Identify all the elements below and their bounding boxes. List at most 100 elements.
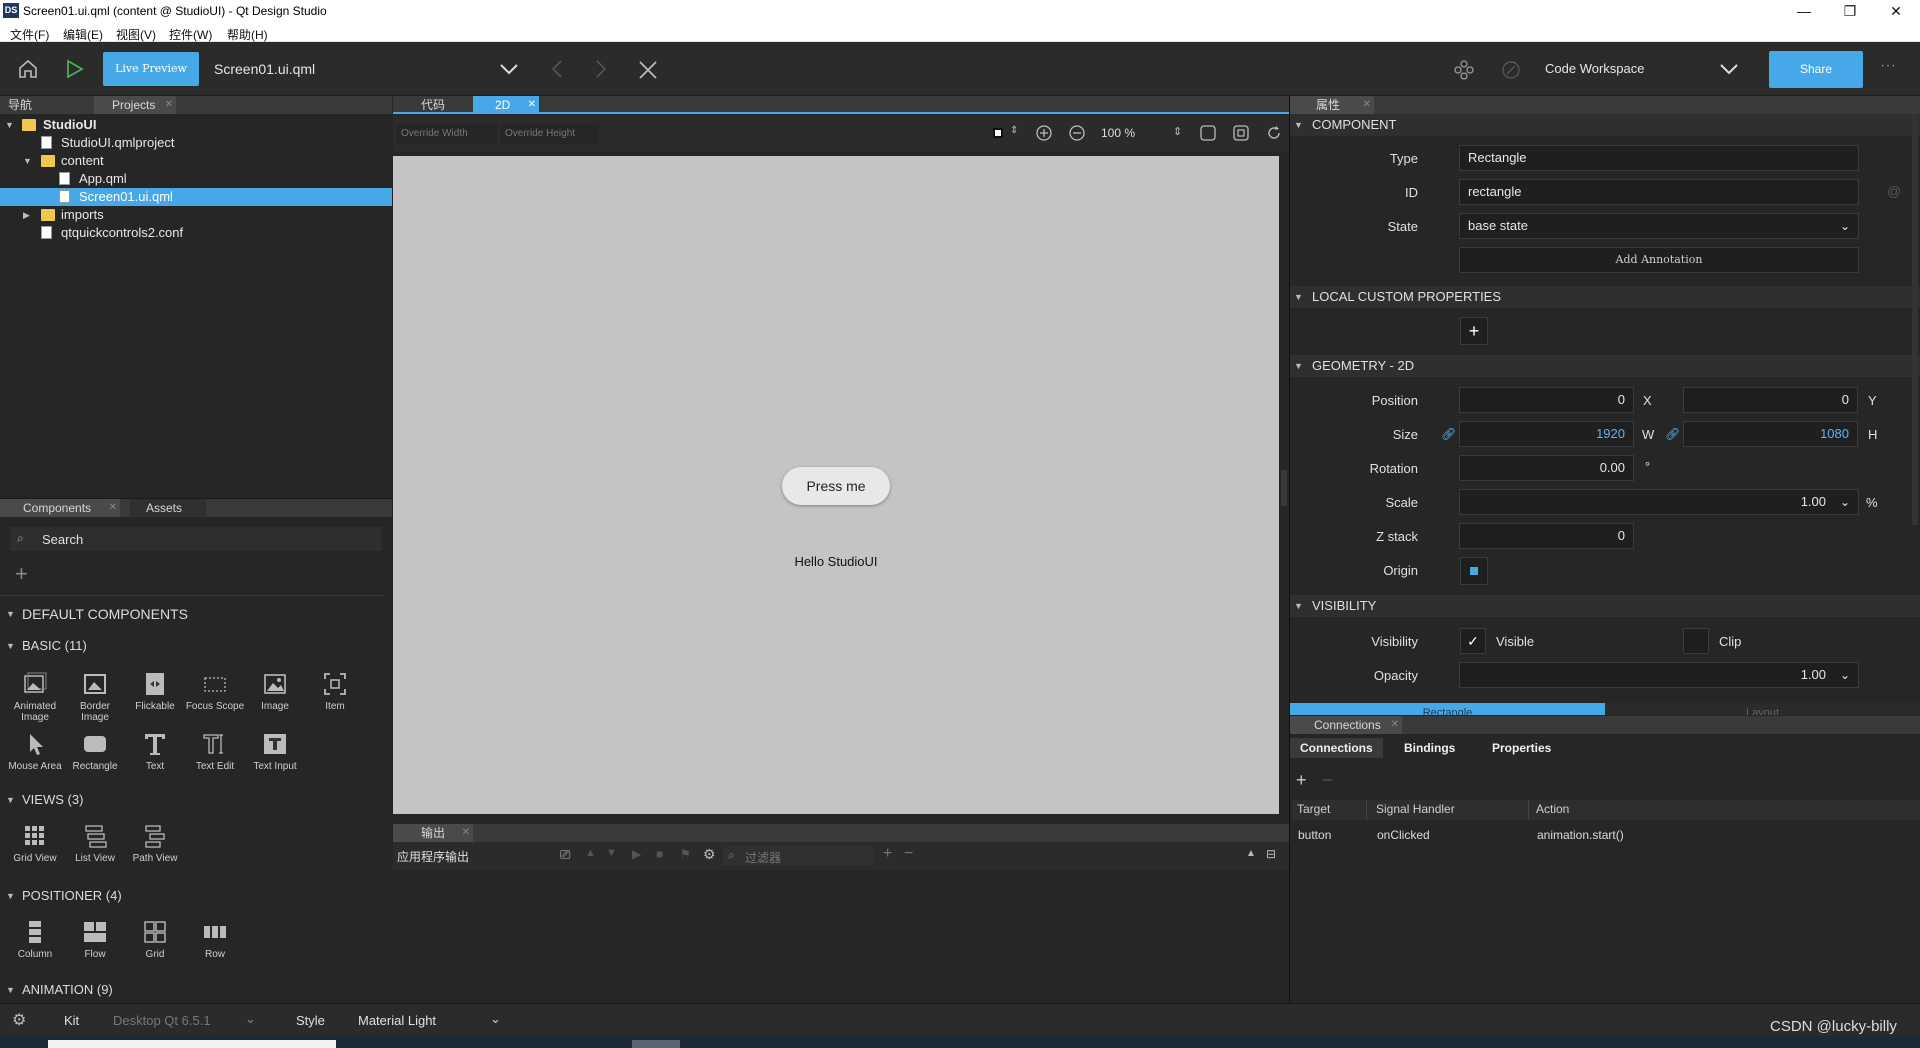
forward-icon[interactable] <box>594 59 608 79</box>
fit-selection-icon[interactable] <box>1232 124 1250 142</box>
tab-2d[interactable]: 2D ✕ <box>473 96 539 114</box>
origin-picker[interactable] <box>1460 557 1488 585</box>
settings-icon[interactable]: ⚙ <box>12 1010 26 1030</box>
collapsed-arrow-icon[interactable]: ▶ <box>23 206 30 224</box>
zoom-level[interactable]: 100 % <box>1101 126 1135 140</box>
updown-icon[interactable]: ⇕ <box>1010 125 1018 136</box>
menu-view[interactable]: 视图(V) <box>116 26 156 43</box>
tree-item-qmlproject[interactable]: StudioUI.qmlproject <box>0 134 392 152</box>
fit-to-view-icon[interactable] <box>1199 124 1217 142</box>
component-rectangle[interactable]: Rectangle <box>65 731 125 772</box>
chevron-down-icon[interactable]: ⌄ <box>490 1011 501 1027</box>
component-image[interactable]: Image <box>245 671 305 712</box>
tab-navigator[interactable]: 导航 <box>0 96 94 114</box>
component-border-image[interactable]: Border Image <box>65 671 125 723</box>
width-field[interactable]: 1920 <box>1459 421 1634 447</box>
x-field[interactable]: 0 <box>1459 387 1634 413</box>
tree-item-imports[interactable]: ▶ imports <box>0 206 392 224</box>
local-custom-properties-header[interactable]: ▼ LOCAL CUSTOM PROPERTIES <box>1290 286 1920 308</box>
component-column[interactable]: Column <box>5 919 65 960</box>
component-focus-scope[interactable]: Focus Scope <box>185 671 245 712</box>
component-path-view[interactable]: Path View <box>125 823 185 864</box>
component-section-header[interactable]: ▼ COMPONENT <box>1290 114 1920 136</box>
tree-item-screen01[interactable]: Screen01.ui.qml <box>0 188 392 206</box>
tree-item-content[interactable]: ▼ content <box>0 152 392 170</box>
zoom-out-icon[interactable] <box>1068 124 1086 142</box>
minimize-icon[interactable]: — <box>1781 0 1827 22</box>
menu-help[interactable]: 帮助(H) <box>227 26 268 43</box>
connection-action[interactable]: animation.start() <box>1537 828 1624 842</box>
output-selector[interactable]: 应用程序输出 <box>397 848 469 865</box>
expanded-arrow-icon[interactable]: ▼ <box>23 152 32 170</box>
attach-icon[interactable]: ⚑ <box>680 847 691 861</box>
menu-file[interactable]: 文件(F) <box>10 26 49 43</box>
current-file-selector[interactable]: Screen01.ui.qml <box>214 61 315 77</box>
home-icon[interactable] <box>17 58 39 80</box>
state-select[interactable]: base state ⌄ <box>1459 213 1859 239</box>
component-text[interactable]: Text <box>125 731 185 772</box>
header-signal-handler[interactable]: Signal Handler <box>1376 802 1455 816</box>
chevron-down-icon[interactable] <box>498 61 520 77</box>
override-width-input[interactable]: Override Width <box>397 124 497 144</box>
add-annotation-button[interactable]: Add Annotation <box>1459 247 1859 273</box>
search-input[interactable]: ⌕ Search <box>10 527 382 551</box>
component-list-view[interactable]: List View <box>65 823 125 864</box>
menu-controls[interactable]: 控件(W) <box>169 26 212 43</box>
component-grid[interactable]: Grid <box>125 919 185 960</box>
override-height-input[interactable]: Override Height <box>501 124 599 144</box>
link-icon[interactable]: 🔗︎ <box>1665 427 1680 441</box>
close-pane-icon[interactable]: ⊟ <box>1266 847 1276 861</box>
add-module-icon[interactable]: + <box>15 561 28 587</box>
arrow-up-icon[interactable]: ▲ <box>585 847 596 859</box>
id-field[interactable]: rectangle <box>1459 179 1859 205</box>
expanded-arrow-icon[interactable]: ▼ <box>5 116 14 134</box>
reset-view-icon[interactable] <box>1265 124 1283 142</box>
tab-connections-panel[interactable]: Connections ✕ <box>1290 716 1402 734</box>
close-tab-icon[interactable]: ✕ <box>528 96 536 114</box>
component-text-edit[interactable]: Text Edit <box>185 731 245 772</box>
properties-scrollbar[interactable] <box>1912 115 1918 525</box>
components-icon[interactable] <box>1453 59 1475 81</box>
kit-selector[interactable]: Desktop Qt 6.5.1 <box>113 1013 211 1028</box>
animation-section-header[interactable]: ▼ ANIMATION (9) <box>0 979 384 997</box>
tree-item-studioui[interactable]: ▼ StudioUI <box>0 116 392 134</box>
add-property-icon[interactable]: + <box>1460 317 1488 345</box>
style-selector[interactable]: Material Light <box>358 1013 436 1028</box>
close-tab-icon[interactable]: ✕ <box>165 96 173 114</box>
taskbar-window-preview[interactable] <box>48 1040 336 1048</box>
close-document-icon[interactable] <box>637 59 659 81</box>
alias-export-icon[interactable]: @ <box>1887 183 1901 199</box>
tab-properties[interactable]: 属性 ✕ <box>1290 96 1374 114</box>
component-flow[interactable]: Flow <box>65 919 125 960</box>
geometry-section-header[interactable]: ▼ GEOMETRY - 2D <box>1290 355 1920 377</box>
tab-properties-list[interactable]: Properties <box>1482 738 1561 758</box>
close-icon[interactable]: ✕ <box>1873 0 1919 22</box>
run-icon[interactable] <box>63 58 85 80</box>
zoom-spinner-icon[interactable]: ⇕ <box>1173 125 1182 138</box>
press-me-button[interactable]: Press me <box>782 467 890 505</box>
connection-target[interactable]: button <box>1298 828 1331 842</box>
add-icon[interactable]: + <box>883 845 892 863</box>
remove-icon[interactable]: − <box>904 845 913 863</box>
chevron-down-icon[interactable] <box>1718 61 1740 77</box>
tab-components[interactable]: Components ✕ <box>0 499 120 517</box>
component-item[interactable]: Item <box>305 671 365 712</box>
connection-signal[interactable]: onClicked <box>1377 828 1430 842</box>
basic-section-header[interactable]: ▼ BASIC (11) <box>0 635 384 657</box>
filter-input[interactable]: ⌕ 过滤器 <box>723 846 873 866</box>
component-row[interactable]: Row <box>185 919 245 960</box>
taskbar-app[interactable] <box>632 1040 680 1048</box>
design-canvas[interactable]: Press me Hello StudioUI <box>393 156 1279 814</box>
chevron-down-icon[interactable]: ⌄ <box>245 1011 256 1027</box>
type-field[interactable]: Rectangle <box>1459 145 1859 171</box>
restore-icon[interactable]: ❐ <box>1827 0 1873 22</box>
component-mouse-area[interactable]: Mouse Area <box>5 731 65 772</box>
opacity-field[interactable]: 1.00 ⌄ <box>1459 662 1859 688</box>
close-tab-icon[interactable]: ✕ <box>1391 716 1399 734</box>
tree-item-app-qml[interactable]: App.qml <box>0 170 392 188</box>
close-tab-icon[interactable]: ✕ <box>109 499 117 517</box>
menu-edit[interactable]: 编辑(E) <box>63 26 103 43</box>
zstack-field[interactable]: 0 <box>1459 523 1634 549</box>
back-icon[interactable] <box>550 59 564 79</box>
height-field[interactable]: 1080 <box>1683 421 1858 447</box>
